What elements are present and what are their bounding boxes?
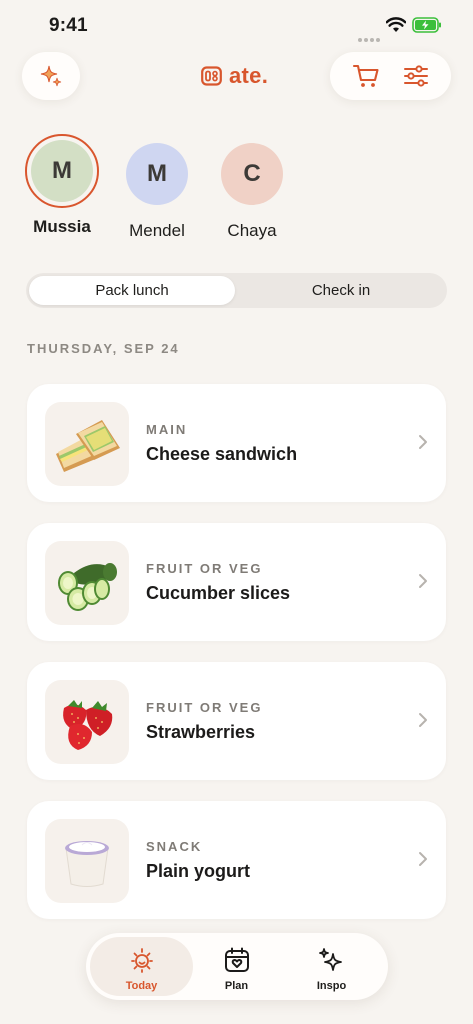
status-bar: 9:41 xyxy=(0,0,473,52)
tab-plan[interactable]: Plan xyxy=(185,937,288,996)
item-title: Cheese sandwich xyxy=(146,444,298,464)
avatar-initial: M xyxy=(52,157,72,184)
lunch-item-card[interactable]: FRUIT OR VEG Strawberries xyxy=(27,662,446,780)
tab-label: Inspo xyxy=(316,980,347,992)
kid-mussia[interactable]: M Mussia xyxy=(17,134,107,237)
status-time: 9:41 xyxy=(49,15,88,36)
header-actions xyxy=(330,52,451,100)
sandwich-image xyxy=(45,402,129,486)
tab-today[interactable]: Today xyxy=(90,937,193,996)
item-category: FRUIT OR VEG xyxy=(146,561,263,576)
kid-chaya[interactable]: C Chaya xyxy=(207,143,297,241)
avatar-initial: C xyxy=(243,160,261,187)
item-title: Plain yogurt xyxy=(146,861,251,881)
item-title: Cucumber slices xyxy=(146,583,291,603)
sun-icon xyxy=(130,948,153,973)
tab-label: Plan xyxy=(224,980,249,992)
lunchbox-logo-icon xyxy=(201,66,222,86)
kid-mendel[interactable]: M Mendel xyxy=(112,143,202,241)
lunch-item-card[interactable]: FRUIT OR VEG Cucumber slices xyxy=(27,523,446,641)
avatar-initial: M xyxy=(147,160,167,187)
calendar-heart-icon xyxy=(224,947,249,972)
chevron-right-icon xyxy=(419,713,427,727)
logo-text: ate. xyxy=(229,63,269,88)
strawberry-image xyxy=(45,680,129,764)
sliders-icon[interactable] xyxy=(403,64,429,88)
sparkles-icon xyxy=(318,948,342,971)
yogurt-image xyxy=(45,819,129,903)
tab-label: Today xyxy=(125,980,158,992)
tab-pack-lunch[interactable]: Pack lunch xyxy=(29,276,235,305)
kid-name: Mussia xyxy=(33,217,91,236)
bottom-tab-bar: Today Plan Inspo xyxy=(86,933,388,1000)
lunch-item-card[interactable]: MAIN Cheese sandwich xyxy=(27,384,446,502)
chevron-right-icon xyxy=(419,435,427,449)
ai-suggest-button[interactable] xyxy=(22,52,80,100)
item-category: SNACK xyxy=(146,839,203,854)
tab-inspo[interactable]: Inspo xyxy=(280,937,383,996)
cucumber-image xyxy=(45,541,129,625)
signal-dots-icon xyxy=(358,29,382,47)
item-title: Strawberries xyxy=(146,722,256,742)
app-logo: ate. xyxy=(201,63,268,89)
kid-name: Mendel xyxy=(129,221,185,240)
chevron-right-icon xyxy=(419,852,427,866)
tab-check-in[interactable]: Check in xyxy=(238,276,444,305)
avatar: C xyxy=(221,143,283,205)
kid-name: Chaya xyxy=(227,221,277,240)
cart-icon[interactable] xyxy=(352,63,380,89)
lunch-item-card[interactable]: SNACK Plain yogurt xyxy=(27,801,446,919)
mode-segmented-control: Pack lunch Check in xyxy=(26,273,447,308)
battery-charging-icon xyxy=(412,17,441,33)
wifi-icon xyxy=(386,17,406,32)
date-heading: THURSDAY, SEP 24 xyxy=(27,341,180,356)
avatar: M xyxy=(31,140,93,202)
item-category: MAIN xyxy=(146,422,188,437)
selected-ring: M xyxy=(25,134,99,208)
chevron-right-icon xyxy=(419,574,427,588)
avatar: M xyxy=(126,143,188,205)
sparkle-icon xyxy=(40,65,62,87)
item-category: FRUIT OR VEG xyxy=(146,700,263,715)
